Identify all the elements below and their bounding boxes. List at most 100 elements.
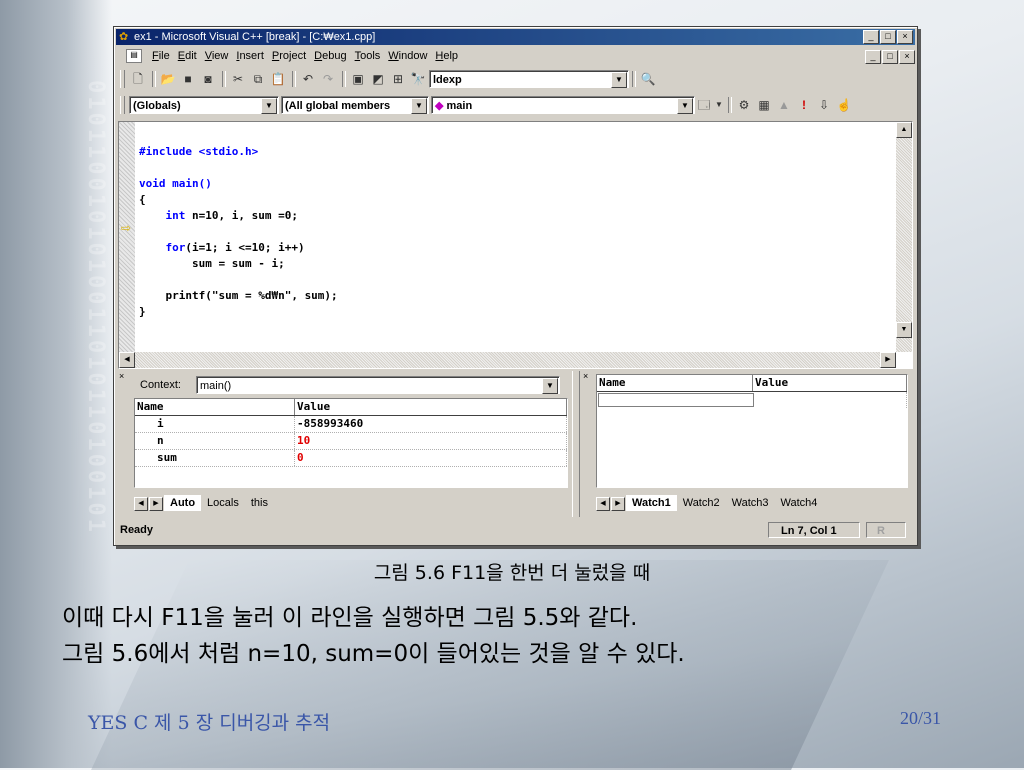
variable-row[interactable]: i -858993460: [135, 416, 567, 433]
toolbar-grip[interactable]: [120, 96, 125, 114]
mdi-restore-button[interactable]: □: [882, 50, 898, 64]
minimize-button[interactable]: _: [863, 30, 879, 44]
tab-watch4[interactable]: Watch4: [775, 495, 824, 511]
code-editor[interactable]: ⇨ #include <stdio.h> void main() { int n…: [118, 121, 913, 369]
variables-grid: Name Value i -858993460 n 10 sum 0: [134, 398, 568, 488]
window-title: ex1 - Microsoft Visual C++ [break] - [C:…: [134, 31, 376, 43]
go-icon[interactable]: ⇩: [815, 96, 833, 114]
mdi-close-button[interactable]: ×: [899, 50, 915, 64]
menu-help[interactable]: Help: [431, 50, 462, 62]
menu-edit[interactable]: Edit: [174, 50, 201, 62]
toolbar-grip[interactable]: [120, 70, 125, 88]
horizontal-scrollbar[interactable]: ◀ ▶: [119, 352, 896, 368]
menu-insert[interactable]: Insert: [232, 50, 268, 62]
save-all-icon[interactable]: ◙: [199, 70, 217, 88]
chevron-down-icon[interactable]: ▼: [542, 378, 558, 394]
code-line-current: for(i=1; i <=10; i++): [165, 241, 305, 254]
code-line: }: [139, 305, 146, 318]
members-combo[interactable]: (All global members ▼: [281, 96, 429, 114]
tab-next-icon[interactable]: ▶: [149, 497, 163, 511]
code-line: void main(): [139, 177, 212, 190]
tab-auto[interactable]: Auto: [164, 495, 202, 511]
context-label: Context:: [140, 379, 181, 391]
menu-view[interactable]: View: [201, 50, 233, 62]
scope-combo[interactable]: (Globals) ▼: [129, 96, 279, 114]
vertical-scrollbar[interactable]: ▲ ▼: [896, 122, 912, 352]
column-header-value[interactable]: Value: [295, 399, 567, 415]
redo-icon[interactable]: ↷: [319, 70, 337, 88]
tab-prev-icon[interactable]: ◀: [134, 497, 148, 511]
title-bar[interactable]: ✿ ex1 - Microsoft Visual C++ [break] - […: [116, 29, 915, 45]
output-icon[interactable]: ◩: [369, 70, 387, 88]
context-combo[interactable]: main() ▼: [196, 376, 560, 394]
variable-row[interactable]: n 10: [135, 433, 567, 450]
footer-title: YES C 제 5 장 디버깅과 추적: [88, 712, 331, 734]
chevron-down-icon[interactable]: ▼: [411, 98, 427, 114]
variable-name: n: [135, 433, 295, 449]
mdi-minimize-button[interactable]: _: [865, 50, 881, 64]
status-mode: R: [866, 522, 906, 538]
variable-row[interactable]: sum 0: [135, 450, 567, 467]
maximize-button[interactable]: □: [880, 30, 896, 44]
breakpoint-hand-icon[interactable]: ☝: [835, 96, 853, 114]
scroll-right-icon[interactable]: ▶: [880, 352, 896, 368]
open-folder-icon[interactable]: 📂: [159, 70, 177, 88]
figure-caption: 그림 5.6 F11을 한번 더 눌렀을 때: [373, 562, 651, 584]
column-header-name[interactable]: Name: [135, 399, 295, 415]
wizard-bar: (Globals) ▼ (All global members ▼ ◆ main…: [116, 93, 915, 117]
code-line: int n=10, i, sum =0;: [165, 209, 298, 222]
find-combo[interactable]: ldexp ▼: [429, 70, 629, 88]
pane-close-icon[interactable]: ×: [583, 372, 588, 381]
find-icon[interactable]: 🔍: [639, 70, 657, 88]
tab-locals[interactable]: Locals: [201, 495, 245, 511]
scroll-down-icon[interactable]: ▼: [896, 322, 912, 338]
tab-watch1[interactable]: Watch1: [626, 495, 677, 511]
tab-next-icon[interactable]: ▶: [611, 497, 625, 511]
save-icon[interactable]: ■: [179, 70, 197, 88]
build-icon[interactable]: ▦: [755, 96, 773, 114]
members-combo-value: (All global members: [285, 100, 391, 112]
tab-watch2[interactable]: Watch2: [677, 495, 726, 511]
scroll-up-icon[interactable]: ▲: [896, 122, 912, 138]
document-icon[interactable]: ▤: [126, 49, 142, 63]
new-file-icon[interactable]: 🗋: [129, 70, 147, 88]
close-button[interactable]: ×: [897, 30, 913, 44]
paste-icon[interactable]: 📋: [269, 70, 287, 88]
column-header-name[interactable]: Name: [597, 375, 753, 391]
wizard-action-icon[interactable]: 🗔: [695, 96, 713, 114]
stop-build-icon[interactable]: ▲: [775, 96, 793, 114]
find-in-files-icon[interactable]: 🔭: [409, 70, 427, 88]
source-code[interactable]: #include <stdio.h> void main() { int n=1…: [139, 128, 892, 320]
pane-close-icon[interactable]: ×: [119, 372, 124, 381]
column-header-value[interactable]: Value: [753, 375, 907, 391]
variable-name: i: [135, 416, 295, 432]
window-list-icon[interactable]: ⊞: [389, 70, 407, 88]
editor-gutter[interactable]: [119, 122, 135, 352]
copy-icon[interactable]: ⧉: [249, 70, 267, 88]
scroll-left-icon[interactable]: ◀: [119, 352, 135, 368]
watch-name-input[interactable]: [598, 393, 754, 407]
tab-watch3[interactable]: Watch3: [726, 495, 775, 511]
compile-icon[interactable]: ⚙: [735, 96, 753, 114]
chevron-down-icon[interactable]: ▼: [611, 72, 627, 88]
workspace-icon[interactable]: ▣: [349, 70, 367, 88]
watch-value: [755, 392, 907, 408]
menu-window[interactable]: Window: [384, 50, 431, 62]
menu-tools[interactable]: Tools: [351, 50, 385, 62]
tab-prev-icon[interactable]: ◀: [596, 497, 610, 511]
menu-file[interactable]: File: [148, 50, 174, 62]
undo-icon[interactable]: ↶: [299, 70, 317, 88]
ide-window: ✿ ex1 - Microsoft Visual C++ [break] - […: [113, 26, 918, 546]
tab-this[interactable]: this: [245, 495, 274, 511]
chevron-down-icon[interactable]: ▼: [261, 98, 277, 114]
chevron-down-icon[interactable]: ▼: [677, 98, 693, 114]
menu-project[interactable]: Project: [268, 50, 310, 62]
menu-debug[interactable]: Debug: [310, 50, 350, 62]
watch-grid: Name Value: [596, 374, 908, 488]
cut-icon[interactable]: ✂: [229, 70, 247, 88]
pane-splitter[interactable]: [572, 371, 580, 517]
function-combo[interactable]: ◆ main ▼: [431, 96, 695, 114]
watch-row[interactable]: [597, 392, 907, 408]
dropdown-arrow-icon[interactable]: ▼: [715, 96, 723, 114]
execute-icon[interactable]: !: [795, 96, 813, 114]
